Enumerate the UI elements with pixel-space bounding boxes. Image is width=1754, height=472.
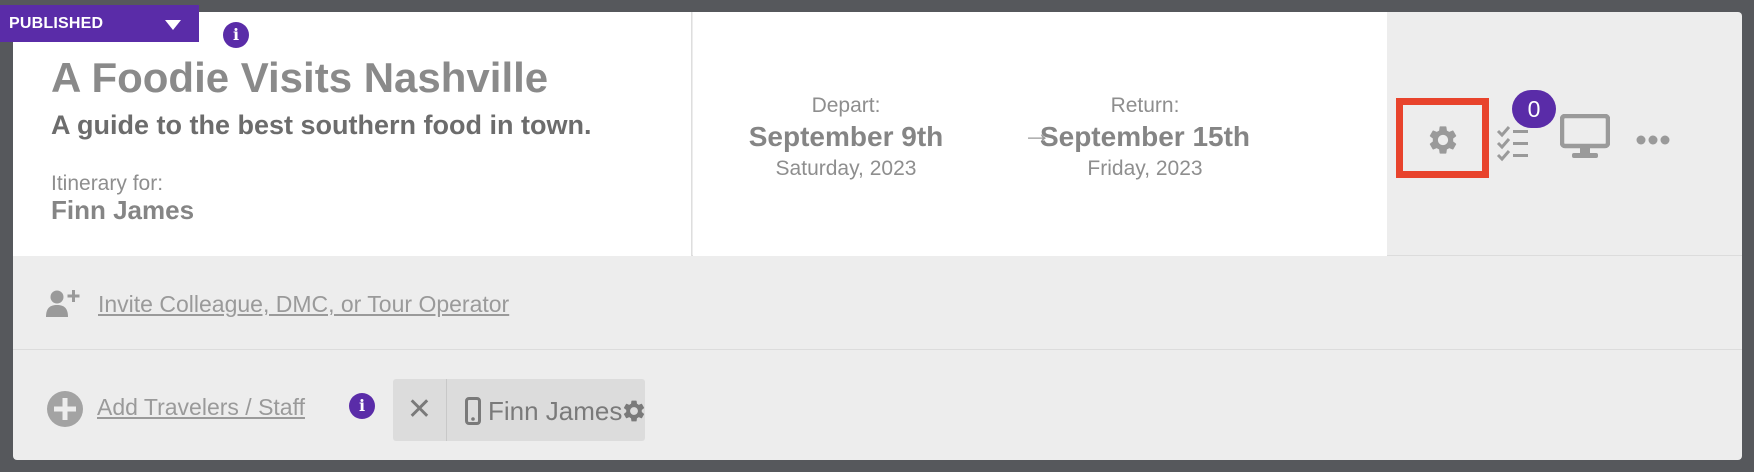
settings-button[interactable] bbox=[1396, 98, 1489, 178]
dates-panel: Depart: September 9th Saturday, 2023 → R… bbox=[693, 12, 1387, 256]
traveler-name: Finn James bbox=[488, 396, 623, 426]
return-column[interactable]: Return: September 15th Friday, 2023 bbox=[1015, 92, 1275, 182]
depart-column[interactable]: Depart: September 9th Saturday, 2023 bbox=[716, 92, 976, 182]
return-day: Friday, 2023 bbox=[1087, 157, 1203, 180]
trip-title[interactable]: A Foodie Visits Nashville bbox=[51, 54, 548, 102]
caret-down-icon bbox=[165, 20, 181, 30]
itinerary-owner-name: Finn James bbox=[51, 195, 195, 225]
itinerary-card: A Foodie Visits Nashville A guide to the… bbox=[13, 12, 1742, 460]
travelers-row: Add Travelers / Staff i ✕ Finn James bbox=[13, 350, 1742, 460]
invite-row: Invite Colleague, DMC, or Tour Operator bbox=[13, 256, 1742, 350]
tasks-count-badge: 0 bbox=[1512, 90, 1556, 128]
travelers-info-icon[interactable]: i bbox=[349, 393, 375, 419]
tasks-icon[interactable] bbox=[1496, 123, 1530, 163]
gear-icon[interactable] bbox=[621, 398, 647, 424]
return-label: Return: bbox=[1110, 94, 1180, 117]
gear-icon bbox=[1429, 126, 1457, 154]
traveler-chip[interactable]: ✕ Finn James bbox=[393, 379, 645, 441]
itinerary-header: A Foodie Visits Nashville A guide to the… bbox=[13, 12, 1742, 256]
itinerary-for-label: Itinerary for: bbox=[51, 172, 164, 195]
title-panel: A Foodie Visits Nashville A guide to the… bbox=[13, 12, 692, 256]
depart-date: September 9th bbox=[748, 121, 944, 152]
invite-colleague-link[interactable]: Invite Colleague, DMC, or Tour Operator bbox=[98, 291, 509, 318]
trip-subtitle[interactable]: A guide to the best southern food in tow… bbox=[51, 110, 591, 141]
add-user-icon[interactable] bbox=[46, 289, 80, 319]
add-circle-icon[interactable] bbox=[46, 390, 84, 428]
status-dropdown[interactable]: PUBLISHED bbox=[0, 5, 199, 42]
monitor-icon[interactable] bbox=[1560, 114, 1610, 160]
depart-label: Depart: bbox=[811, 94, 881, 117]
status-label: PUBLISHED bbox=[9, 15, 104, 32]
return-date: September 15th bbox=[1039, 121, 1251, 152]
add-travelers-link[interactable]: Add Travelers / Staff bbox=[97, 394, 305, 421]
status-info-icon[interactable]: i bbox=[223, 22, 249, 48]
more-icon[interactable] bbox=[1636, 134, 1670, 146]
mobile-phone-icon bbox=[465, 397, 481, 425]
depart-day: Saturday, 2023 bbox=[775, 157, 917, 180]
remove-traveler-button[interactable]: ✕ bbox=[393, 379, 447, 441]
